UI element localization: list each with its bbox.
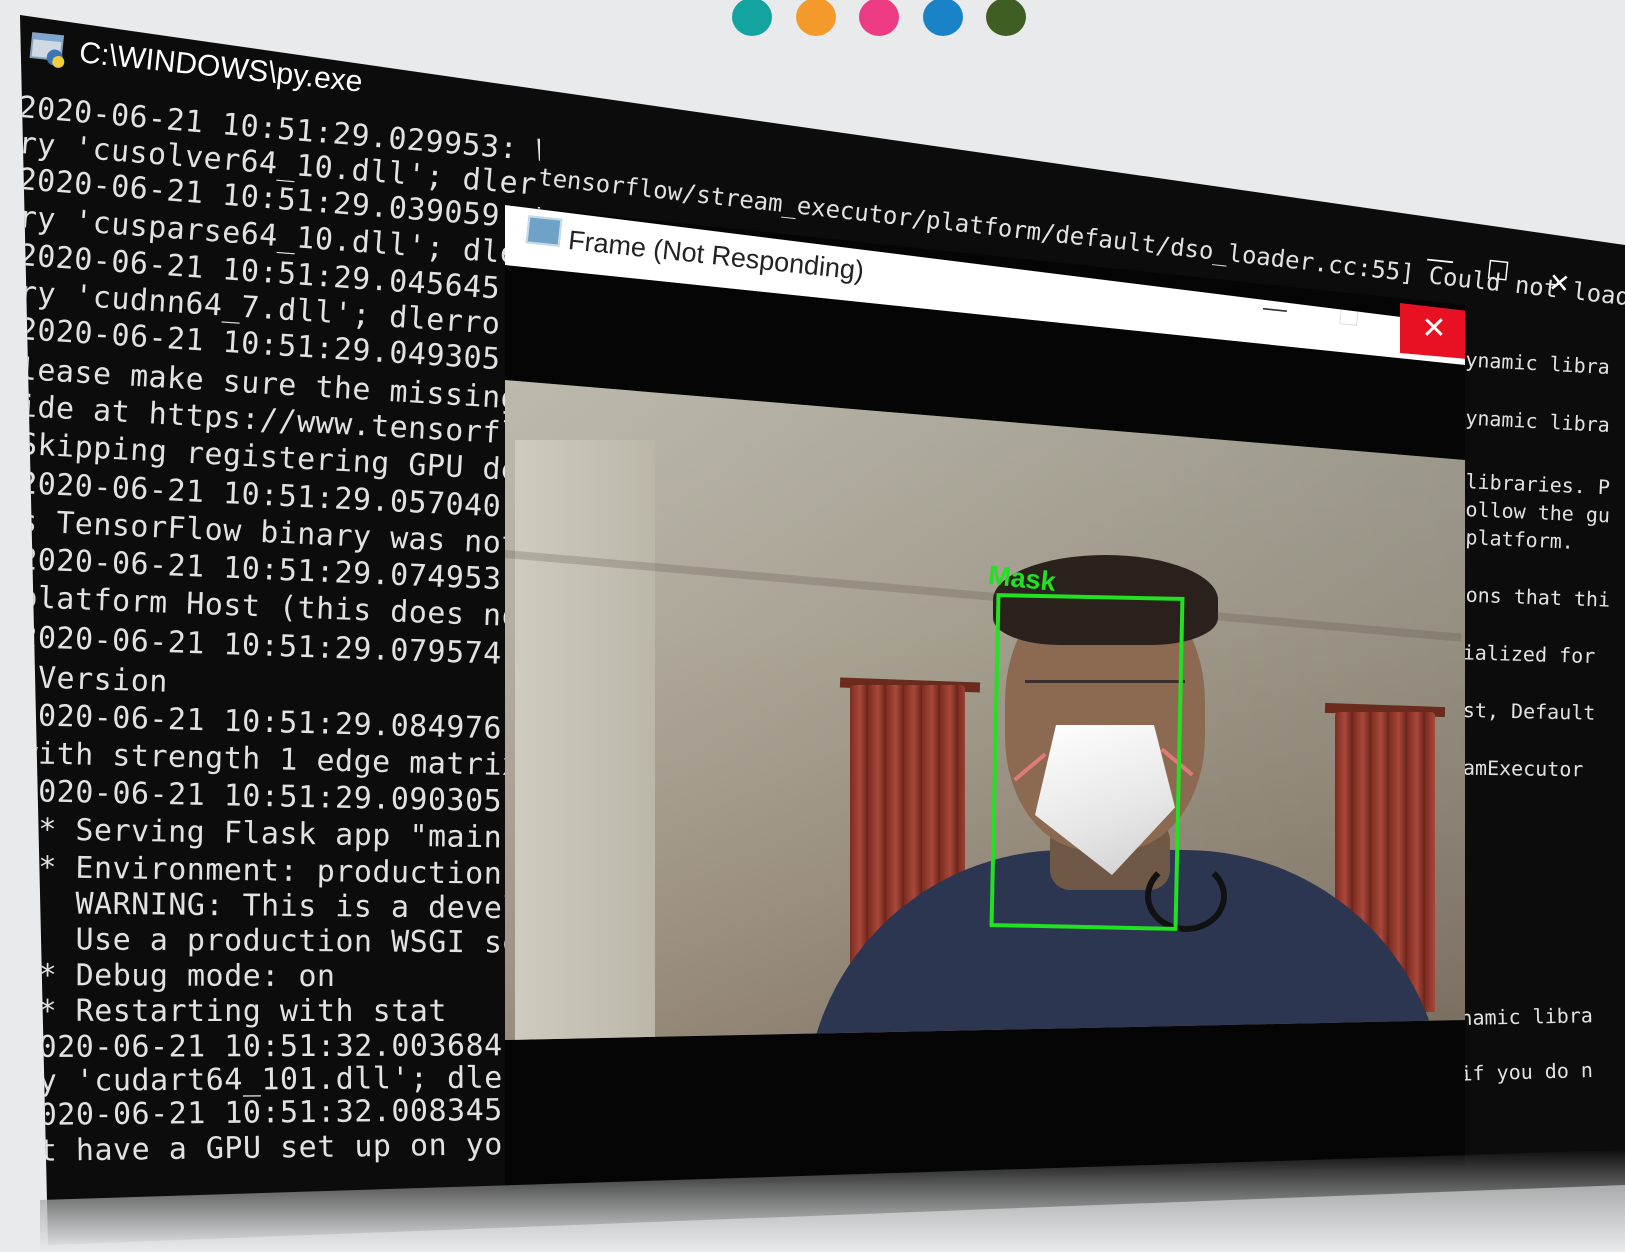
log-line: Version [20, 660, 169, 700]
frame-minimize-button[interactable]: — [1262, 294, 1289, 324]
camera-frame: Mask [505, 380, 1465, 1040]
log-line: 2020-06-21 10:51:32.003684: W [20, 1028, 540, 1065]
accent-dot-pink [859, 0, 899, 36]
accent-dot-teal [732, 0, 772, 36]
log-line: * Environment: production [20, 850, 503, 892]
log-line: ot have a GPU set up on your [20, 1126, 540, 1169]
python-icon [29, 32, 65, 68]
window-icon [525, 215, 563, 247]
accent-dot-green [986, 0, 1026, 36]
accent-dot-orange [796, 0, 836, 36]
log-line: * Serving Flask app "main" ( [20, 812, 540, 857]
log-line: * Debug mode: on [20, 958, 336, 995]
detection-box [989, 593, 1185, 931]
console-log: 2020-06-21 10:51:29.029953: W ry 'cusolv… [20, 90, 540, 1220]
frame-maximize-button[interactable] [1339, 306, 1359, 326]
log-line: Use a production WSGI serv [20, 922, 540, 961]
accent-dots [732, 0, 1052, 40]
frame-window[interactable]: Frame (Not Responding) — ✕ Mask [505, 205, 1465, 1190]
accent-dot-blue [923, 0, 963, 36]
log-line: WARNING: This is a develop [20, 886, 540, 927]
frame-close-button[interactable]: ✕ [1400, 303, 1468, 359]
log-line: * Restarting with stat [20, 994, 447, 1029]
